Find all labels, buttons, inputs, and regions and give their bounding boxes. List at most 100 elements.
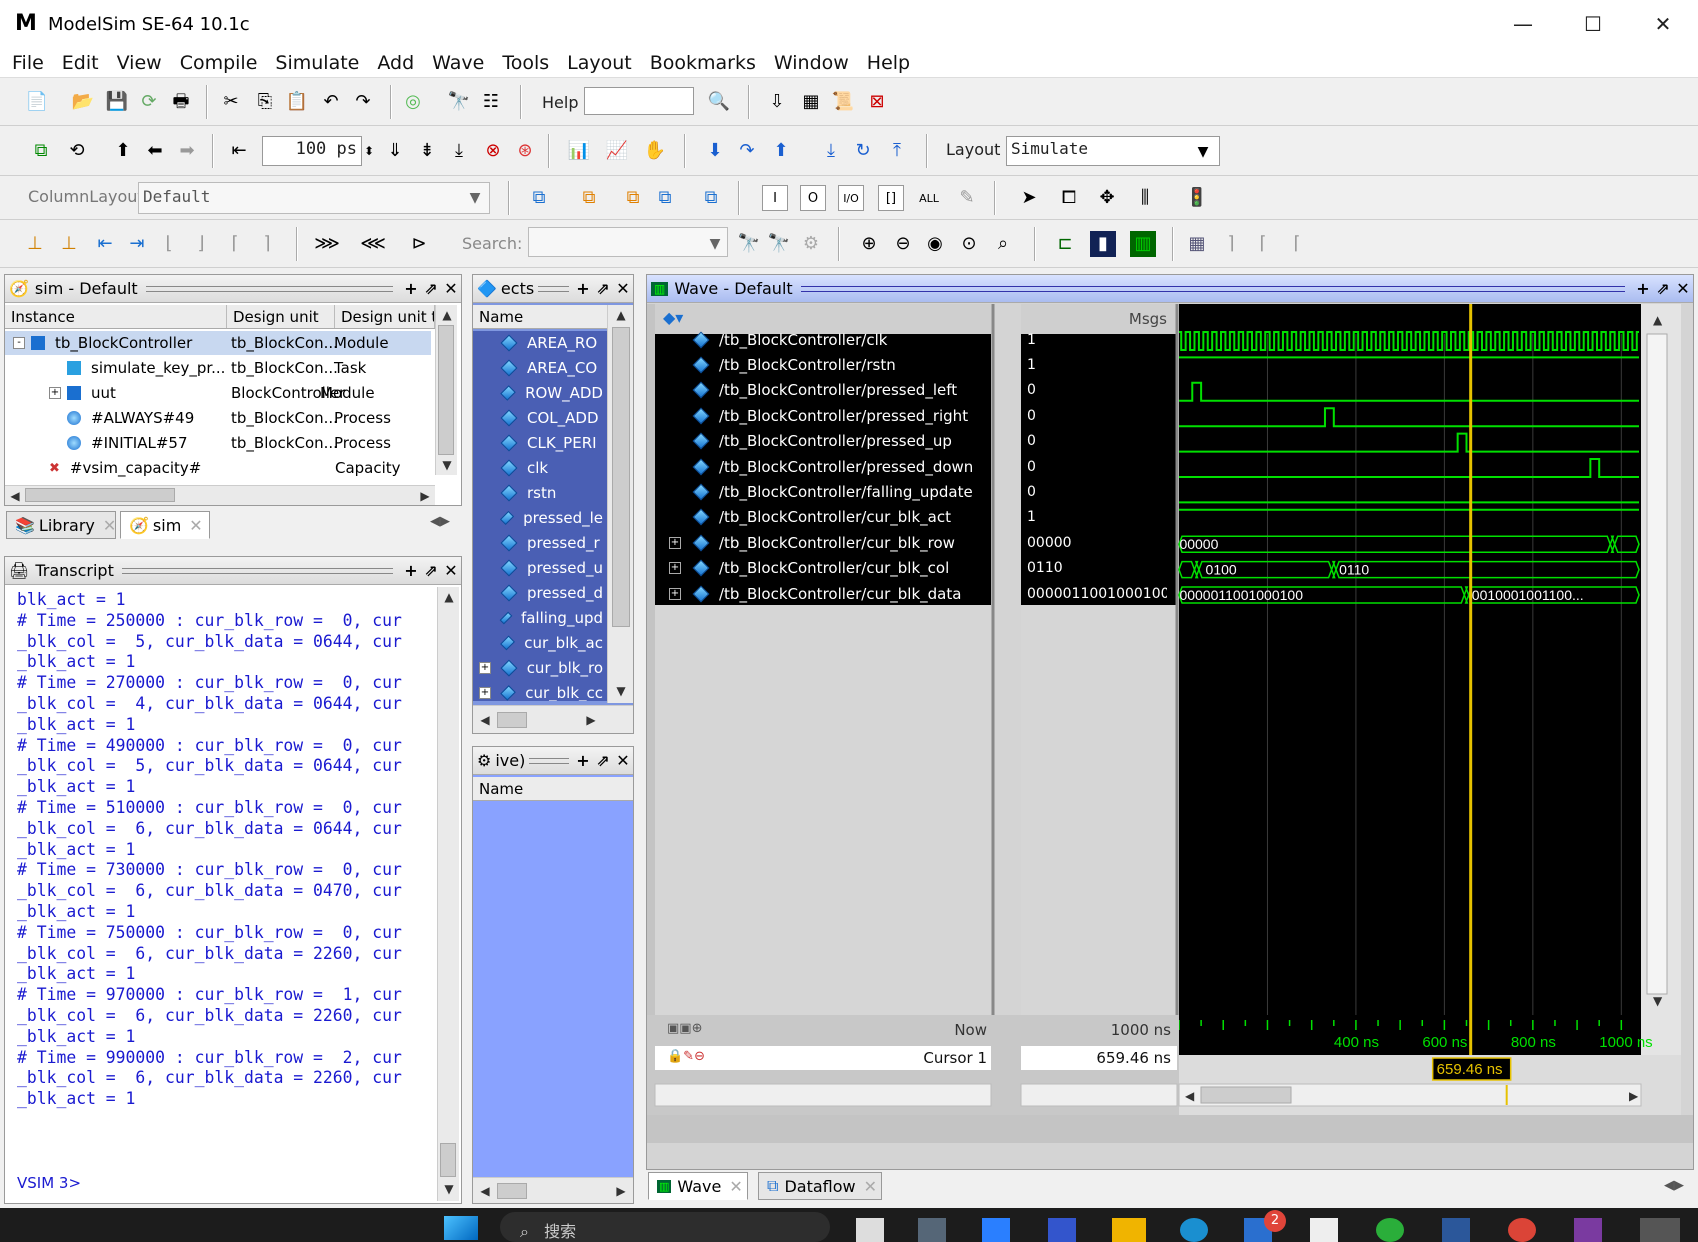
break-sim-icon[interactable]: ⊗ [480, 138, 506, 164]
zoom-in-icon[interactable]: ⊕ [856, 231, 882, 257]
back-arrow-icon[interactable]: ⬅ [142, 138, 168, 164]
wave-signal-row[interactable]: + /tb_BlockController/cur_blk_col [647, 557, 987, 580]
sim-tree-row[interactable]: simulate_key_pr... tb_BlockCon... Task [5, 356, 431, 380]
menu-file[interactable]: File [0, 52, 53, 74]
wave-tab-scroll-icon[interactable]: ◀▶ [1664, 1178, 1694, 1200]
undo-icon[interactable]: ↶ [318, 89, 344, 115]
wave-signal-row[interactable]: /tb_BlockController/falling_update [647, 480, 987, 503]
taskbar-browser-icon[interactable] [1508, 1218, 1536, 1242]
import-icon[interactable]: ⇩ [764, 89, 790, 115]
sim-tree-row[interactable]: + uut BlockController Module [5, 381, 431, 405]
wave-expander-icon[interactable]: + [669, 587, 681, 600]
wave-signal-row[interactable]: /tb_BlockController/pressed_down [647, 455, 987, 478]
paste-icon[interactable]: 📋 [284, 89, 310, 115]
tab-library[interactable]: 📚 Library ✕ [6, 511, 116, 539]
goto-time-icon[interactable]: ⊳ [406, 231, 432, 257]
menu-tools[interactable]: Tools [493, 52, 558, 74]
search-next-icon[interactable]: 🔭 [766, 231, 792, 257]
forward-arrow-icon[interactable]: ➡ [174, 138, 200, 164]
menu-simulate[interactable]: Simulate [266, 52, 368, 74]
step-out-icon[interactable]: ⬆ [768, 138, 794, 164]
wave-config-icon[interactable]: ◆▾ [663, 308, 703, 330]
delete-cursor-icon[interactable]: ⊥ [56, 231, 82, 257]
find-icon[interactable]: 🔭 [446, 89, 472, 115]
objects-undock-icon[interactable]: ⇗ [593, 279, 613, 298]
next-rise-icon[interactable]: ⌉ [254, 231, 280, 257]
menu-compile[interactable]: Compile [171, 52, 267, 74]
object-row[interactable]: pressed_le [473, 506, 603, 530]
insert-cursor-icon[interactable]: ⊥ [22, 231, 48, 257]
minimize-button[interactable]: — [1488, 0, 1558, 48]
vsim-prompt[interactable]: VSIM 3> [17, 1173, 81, 1194]
object-row[interactable]: + cur_blk_cc [473, 681, 603, 701]
run-icon[interactable]: ⇓ [382, 138, 408, 164]
tree-expander-icon[interactable]: + [49, 387, 61, 399]
filter-out-icon[interactable]: O [800, 185, 826, 211]
contract-time-icon[interactable]: ⋘ [360, 231, 386, 257]
object-row[interactable]: falling_upd [473, 606, 603, 630]
zoom-out-icon[interactable]: ⊖ [890, 231, 916, 257]
object-row[interactable]: COL_ADD [473, 406, 603, 430]
prev-rise-icon[interactable]: ⌈ [222, 231, 248, 257]
taskbar-app-3-icon[interactable] [982, 1218, 1010, 1242]
processes-undock-icon[interactable]: ⇗ [593, 751, 613, 770]
search-input[interactable] [528, 227, 728, 257]
object-row[interactable]: CLK_PERI [473, 431, 603, 455]
add-dataflow-icon[interactable]: ⧉ [652, 185, 678, 211]
wave-signal-row[interactable]: /tb_BlockController/pressed_left [647, 379, 987, 402]
wave-signal-row[interactable]: /tb_BlockController/pressed_right [647, 404, 987, 427]
taskbar-app-13-icon[interactable] [1640, 1218, 1680, 1242]
taskbar-app-9-icon[interactable] [1376, 1218, 1404, 1242]
restart-icon[interactable]: ⟲ [64, 138, 90, 164]
object-row[interactable]: pressed_u [473, 556, 603, 580]
object-row[interactable]: cur_blk_ac [473, 631, 603, 655]
transcript-vscroll[interactable]: ▲ ▼ [437, 587, 459, 1201]
menu-add[interactable]: Add [368, 52, 423, 74]
sim-tree-row[interactable]: - tb_BlockController tb_BlockCon... Module [5, 331, 431, 355]
pane-close-icon[interactable]: ✕ [441, 279, 461, 298]
maximize-button[interactable]: ☐ [1558, 0, 1628, 48]
object-expander-icon[interactable]: + [479, 662, 491, 674]
step-over-c-icon[interactable]: ↻ [850, 138, 876, 164]
wave-signal-row[interactable]: /tb_BlockController/clk [647, 328, 987, 351]
wave-dock-icon[interactable]: + [1633, 279, 1653, 298]
tab-sim-close-icon[interactable]: ✕ [189, 516, 202, 535]
now-icons[interactable]: ▣▣⊕ [667, 1021, 702, 1036]
filter-in-icon[interactable]: I [762, 185, 788, 211]
processes-hscroll[interactable]: ◀ ▶ [473, 1177, 633, 1203]
objects-column-name[interactable]: Name [473, 305, 607, 328]
select-mode-icon[interactable]: ➤ [1016, 185, 1042, 211]
prev-fall-icon[interactable]: ⌊ [156, 231, 182, 257]
column-instance[interactable]: Instance [5, 305, 227, 328]
add-watch-icon[interactable]: ⧉ [698, 185, 724, 211]
menu-bookmarks[interactable]: Bookmarks [641, 52, 765, 74]
taskbar-app-4-icon[interactable] [1048, 1218, 1076, 1242]
filter-all-icon[interactable]: ALL [916, 185, 942, 211]
object-row[interactable]: ROW_ADD [473, 381, 603, 405]
zoom-mode-icon[interactable]: ⧠ [1056, 185, 1082, 211]
menu-window[interactable]: Window [765, 52, 858, 74]
wave-signal-row[interactable]: /tb_BlockController/cur_blk_act [647, 506, 987, 529]
wave-expander-icon[interactable]: + [669, 562, 681, 575]
wave-export-icon[interactable]: 📜 [830, 89, 856, 115]
column-layout-select[interactable]: Default [138, 182, 490, 214]
run-all-icon[interactable]: ⤓ [446, 138, 472, 164]
processes-column-name[interactable]: Name [473, 777, 633, 800]
sim-tree-row[interactable]: ✖ #vsim_capacity# Capacity [5, 456, 431, 480]
wave-format-2-icon[interactable]: ▮ [1090, 231, 1116, 257]
help-search-icon[interactable]: 🔍 [706, 89, 732, 115]
zoom-full-icon[interactable]: ◉ [922, 231, 948, 257]
wave-signal-row[interactable]: + /tb_BlockController/cur_blk_row [647, 531, 987, 554]
memory-profile-icon[interactable]: 📈 [604, 138, 630, 164]
menu-edit[interactable]: Edit [53, 52, 108, 74]
wave-signal-row[interactable]: /tb_BlockController/pressed_up [647, 430, 987, 453]
step-over-icon[interactable]: ↷ [734, 138, 760, 164]
new-file-icon[interactable]: 📄 [24, 89, 50, 115]
tab-scroll-icon[interactable]: ◀▶ [430, 514, 460, 536]
object-row[interactable]: rstn [473, 481, 603, 505]
taskbar-app-6-icon[interactable] [1180, 1218, 1208, 1242]
print-icon[interactable]: 🖶 [168, 89, 194, 115]
taskbar-app-2-icon[interactable] [918, 1218, 946, 1242]
sim-tree-row[interactable]: #ALWAYS#49 tb_BlockCon... Process [5, 406, 431, 430]
run-length-input[interactable]: 100 ps [262, 136, 362, 166]
